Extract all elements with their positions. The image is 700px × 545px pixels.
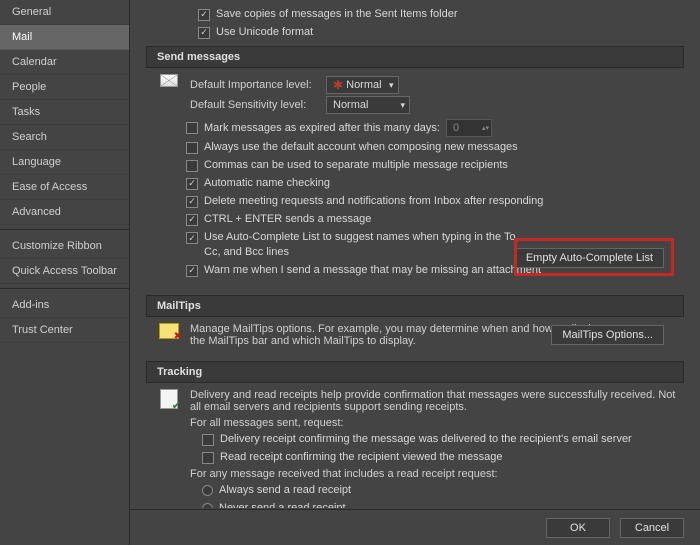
- sidebar-item-add-ins[interactable]: Add-ins: [0, 293, 129, 318]
- cancel-button[interactable]: Cancel: [620, 518, 684, 538]
- section-send-messages: Send messages: [146, 46, 684, 68]
- label-tracking-desc: Delivery and read receipts help provide …: [190, 389, 680, 413]
- mailtips-options-button[interactable]: MailTips Options...: [551, 325, 664, 345]
- sidebar-item-people[interactable]: People: [0, 75, 129, 100]
- sidebar-item-quick-access-toolbar[interactable]: Quick Access Toolbar: [0, 259, 129, 284]
- label-mark-expired: Mark messages as expired after this many…: [204, 121, 440, 136]
- ok-button[interactable]: OK: [546, 518, 610, 538]
- sidebar-item-trust-center[interactable]: Trust Center: [0, 318, 129, 343]
- mail-icon: [160, 74, 178, 87]
- sidebar-item-customize-ribbon[interactable]: Customize Ribbon: [0, 234, 129, 259]
- label-unicode: Use Unicode format: [216, 25, 313, 40]
- sidebar-item-tasks[interactable]: Tasks: [0, 100, 129, 125]
- checkbox-auto-name-check[interactable]: [186, 178, 198, 190]
- label-commas-separate: Commas can be used to separate multiple …: [204, 158, 508, 173]
- label-save-copies: Save copies of messages in the Sent Item…: [216, 7, 458, 22]
- sidebar-item-calendar[interactable]: Calendar: [0, 50, 129, 75]
- mailtips-icon: [159, 323, 179, 339]
- dialog-footer: OK Cancel: [130, 509, 700, 545]
- radio-never-send[interactable]: [202, 503, 213, 508]
- radio-always-send[interactable]: [202, 485, 213, 496]
- label-read-receipt: Read receipt confirming the recipient vi…: [220, 450, 502, 465]
- sidebar-item-mail[interactable]: Mail: [0, 25, 129, 50]
- sidebar-item-general[interactable]: General: [0, 0, 129, 25]
- checkbox-read-receipt[interactable]: [202, 452, 214, 464]
- label-default-importance: Default Importance level:: [190, 79, 318, 91]
- checkbox-commas-separate[interactable]: [186, 160, 198, 172]
- options-sidebar: General Mail Calendar People Tasks Searc…: [0, 0, 130, 545]
- label-ctrl-enter: CTRL + ENTER sends a message: [204, 212, 371, 227]
- select-default-sensitivity[interactable]: Normal: [326, 96, 410, 114]
- spin-expired-days[interactable]: 0: [446, 119, 492, 137]
- checkbox-autocomplete[interactable]: [186, 232, 198, 244]
- label-auto-name-check: Automatic name checking: [204, 176, 330, 191]
- label-mailtips-desc: Manage MailTips options. For example, yo…: [190, 323, 610, 347]
- label-always-send: Always send a read receipt: [219, 483, 351, 498]
- sidebar-item-ease-of-access[interactable]: Ease of Access: [0, 175, 129, 200]
- label-delivery-receipt: Delivery receipt confirming the message …: [220, 432, 632, 447]
- checkbox-warn-attachment[interactable]: [186, 265, 198, 277]
- checkbox-mark-expired[interactable]: [186, 122, 198, 134]
- empty-autocomplete-button[interactable]: Empty Auto-Complete List: [515, 248, 664, 268]
- label-warn-attachment: Warn me when I send a message that may b…: [204, 263, 541, 278]
- label-never-send: Never send a read receipt: [219, 501, 346, 508]
- label-for-received: For any message received that includes a…: [190, 468, 680, 480]
- checkbox-unicode[interactable]: [198, 27, 210, 39]
- select-default-importance[interactable]: ✱ Normal: [326, 76, 399, 94]
- sidebar-item-search[interactable]: Search: [0, 125, 129, 150]
- checkbox-delete-meeting[interactable]: [186, 196, 198, 208]
- label-autocomplete: Use Auto-Complete List to suggest names …: [204, 230, 534, 260]
- label-delete-meeting: Delete meeting requests and notification…: [204, 194, 543, 209]
- section-tracking: Tracking: [146, 361, 684, 383]
- checkbox-always-default-account[interactable]: [186, 142, 198, 154]
- label-default-sensitivity: Default Sensitivity level:: [190, 99, 318, 111]
- checkbox-save-copies[interactable]: [198, 9, 210, 21]
- options-main: Save copies of messages in the Sent Item…: [130, 0, 700, 545]
- options-dialog: General Mail Calendar People Tasks Searc…: [0, 0, 700, 545]
- label-for-all-sent: For all messages sent, request:: [190, 417, 680, 429]
- checkbox-ctrl-enter[interactable]: [186, 214, 198, 226]
- section-mailtips: MailTips: [146, 295, 684, 317]
- sidebar-item-language[interactable]: Language: [0, 150, 129, 175]
- checkbox-delivery-receipt[interactable]: [202, 434, 214, 446]
- tracking-icon: [160, 389, 178, 409]
- label-always-default-account: Always use the default account when comp…: [204, 140, 518, 155]
- sidebar-item-advanced[interactable]: Advanced: [0, 200, 129, 225]
